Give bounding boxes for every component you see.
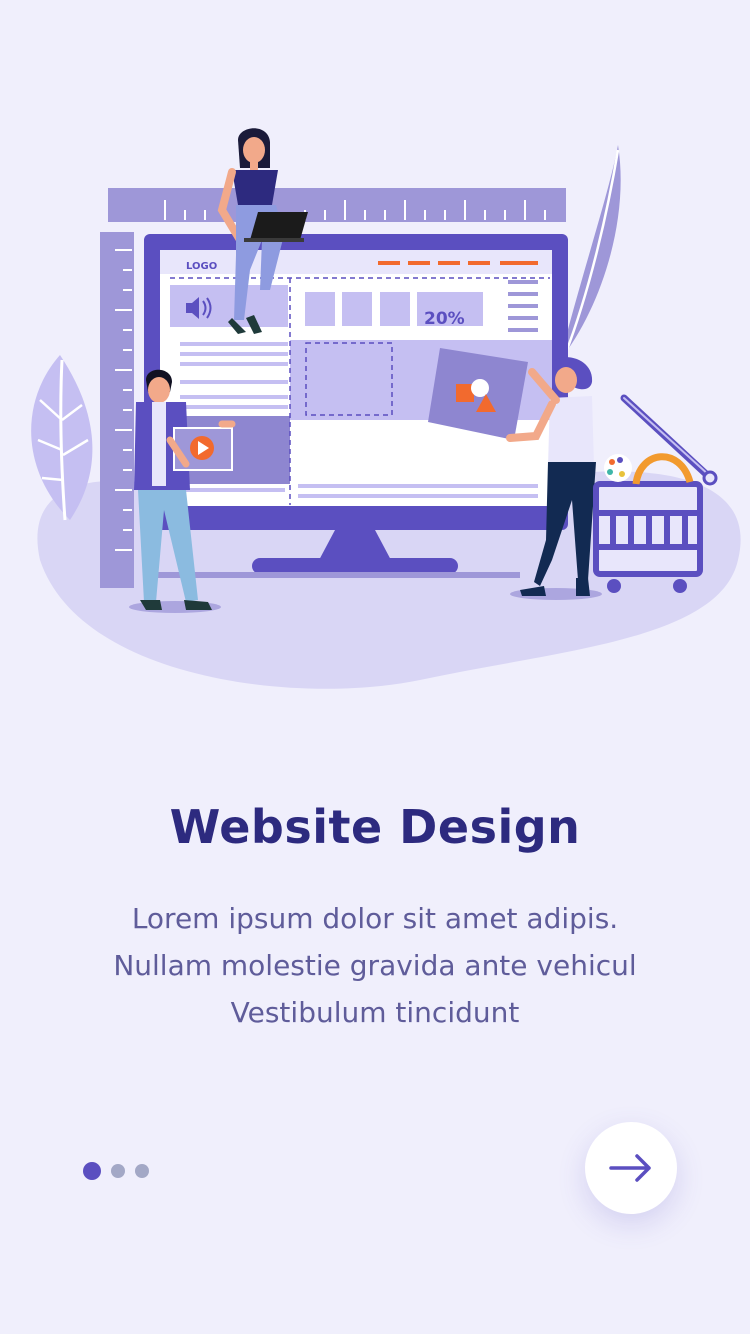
description-line-1: Lorem ipsum dolor sit amet adipis. (131, 902, 619, 935)
ruler-top (108, 188, 566, 222)
pagination-dot-3[interactable] (135, 1164, 149, 1178)
arrow-right-icon (609, 1154, 651, 1182)
next-button[interactable] (585, 1122, 677, 1214)
screen-logo-text: LOGO (186, 261, 217, 272)
pagination-dot-1[interactable] (83, 1162, 101, 1180)
pagination-dot-2[interactable] (111, 1164, 125, 1178)
screen-discount-text: 20% (424, 309, 465, 329)
page-description: Lorem ipsum dolor sit amet adipis. Nulla… (60, 895, 690, 1036)
pagination-dots (83, 1162, 149, 1180)
description-line-3: Vestibulum tincidunt (230, 996, 520, 1029)
leaf-right-icon (560, 145, 621, 360)
description-line-2: Nullam molestie gravida ante vehicul (113, 949, 637, 982)
cart-icon (593, 394, 718, 593)
page-title: Website Design (169, 800, 581, 854)
hero-illustration: LOGO 20% (31, 128, 741, 689)
leaf-plant-left-icon (31, 355, 93, 521)
